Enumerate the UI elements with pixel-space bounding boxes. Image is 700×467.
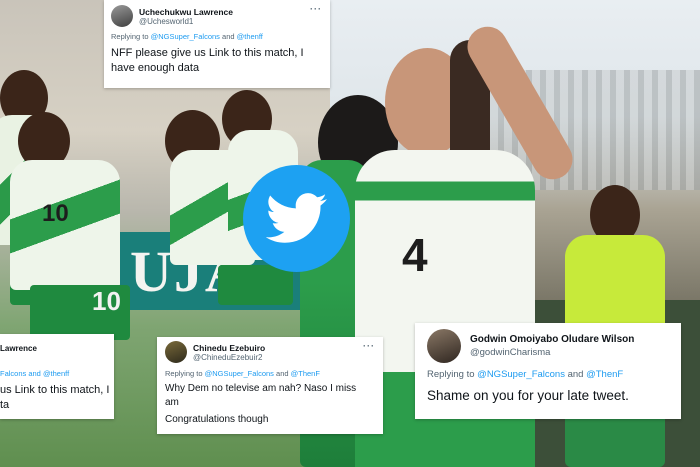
mention-link[interactable]: @thenff xyxy=(237,32,263,41)
replying-to: Replying to @NGSuper_Falcons and @ThenF xyxy=(427,369,624,380)
tweet-author-handle: @godwinCharisma xyxy=(470,347,551,358)
replying-to: Replying to @NGSuper_Falcons and @thenff xyxy=(111,32,263,41)
twitter-logo xyxy=(243,165,350,272)
more-options-icon[interactable]: ··· xyxy=(363,341,375,351)
tweet-text: Shame on you for your late tweet. xyxy=(427,388,629,403)
jersey-number: 10 xyxy=(42,200,69,227)
replying-to: Replying to @NGSuper_Falcons and @ThenF xyxy=(165,369,320,378)
mention-link[interactable]: @ThenF xyxy=(291,369,320,378)
avatar-icon xyxy=(111,5,133,27)
tweet-text-line: us Link to this match, I xyxy=(0,384,110,396)
tweet-text-line: am xyxy=(165,397,179,408)
mention-link[interactable]: @ThenF xyxy=(586,369,623,380)
more-options-icon[interactable]: ··· xyxy=(310,4,322,14)
tweet-card-top[interactable]: Uchechukwu Lawrence @Uchesworld1 ··· Rep… xyxy=(104,0,330,88)
tweet-card-right[interactable]: Godwin Omoiyabo Oludare Wilson @godwinCh… xyxy=(415,323,681,419)
mention-link[interactable]: @NGSuper_Falcons xyxy=(477,369,565,380)
avatar-icon xyxy=(165,341,187,363)
tweet-author-name: Godwin Omoiyabo Oludare Wilson xyxy=(470,334,635,345)
tweet-author-handle: @Uchesworld1 xyxy=(139,16,194,26)
jersey-number: 4 xyxy=(402,229,428,281)
shorts-number: 10 xyxy=(92,286,121,316)
avatar-icon xyxy=(427,329,461,363)
tweet-author-name: Chinedu Ezebuiro xyxy=(193,342,266,353)
tweet-card-left-cropped[interactable]: Lawrence Falcons and @thenff us Link to … xyxy=(0,334,114,419)
tweet-author-name: Uchechukwu Lawrence xyxy=(139,6,234,17)
twitter-bird-icon xyxy=(265,192,327,243)
mention-link[interactable]: Falcons and @thenff xyxy=(0,369,69,378)
tweet-text-line: Why Dem no televise am nah? Naso I miss xyxy=(165,383,357,394)
tweet-card-middle[interactable]: Chinedu Ezebuiro @ChineduEzebuir2 ··· Re… xyxy=(157,337,383,434)
tweet-text-line: Congratulations though xyxy=(165,414,269,425)
tweet-author-name: Lawrence xyxy=(0,344,37,353)
tweet-text-line: ta xyxy=(0,399,10,411)
tweet-text: NFF please give us Link to this match, I… xyxy=(111,47,304,74)
tweet-author-handle: @ChineduEzebuir2 xyxy=(193,352,263,362)
mention-link[interactable]: @NGSuper_Falcons xyxy=(205,369,274,378)
mention-link[interactable]: @NGSuper_Falcons xyxy=(151,32,220,41)
replying-to: Falcons and @thenff xyxy=(0,369,69,378)
